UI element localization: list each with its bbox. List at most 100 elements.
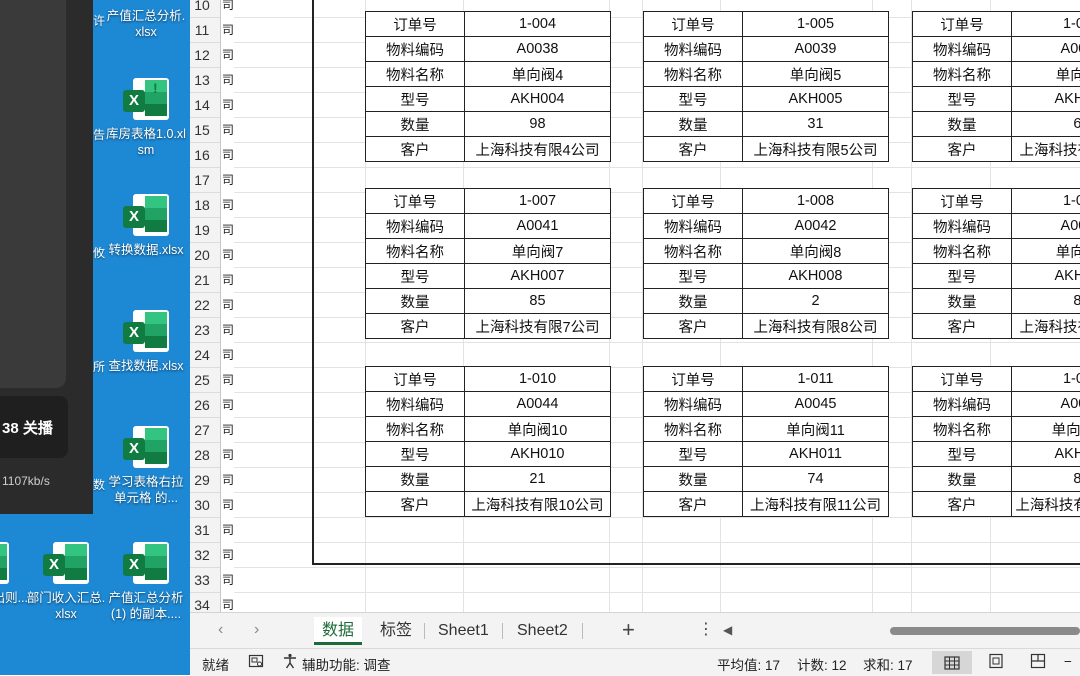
field-value-cell[interactable]: AKH011 [743,442,889,467]
field-value-cell[interactable]: 单向阀6 [1012,62,1080,87]
field-label-cell[interactable]: 物料名称 [913,239,1012,264]
desktop-file-icon[interactable]: X 查找数据.xlsx [104,308,188,374]
field-label-cell[interactable]: 型号 [366,442,465,467]
field-label-cell[interactable]: 订单号 [644,12,743,37]
row-header[interactable]: 23司 [190,318,234,343]
row-header[interactable]: 14司 [190,93,234,118]
field-value-cell[interactable]: A0040 [1012,37,1080,62]
field-value-cell[interactable]: 74 [743,467,889,492]
field-value-cell[interactable]: 单向阀7 [465,239,611,264]
field-value-cell[interactable]: AKH012 [1012,442,1080,467]
field-label-cell[interactable]: 订单号 [366,367,465,392]
field-value-cell[interactable]: 98 [465,112,611,137]
field-value-cell[interactable]: 1-012 [1012,367,1080,392]
field-value-cell[interactable]: 85 [465,289,611,314]
page-break-view-icon[interactable] [1030,653,1046,672]
desktop-file-icon[interactable]: X 部门收入汇总.xlsx [24,540,108,622]
field-label-cell[interactable]: 客户 [913,492,1012,517]
field-label-cell[interactable]: 数量 [644,289,743,314]
field-label-cell[interactable]: 型号 [366,264,465,289]
row-header[interactable]: 13司 [190,68,234,93]
field-label-cell[interactable]: 物料编码 [913,392,1012,417]
column-a-cell[interactable]: 司 [220,168,235,193]
field-label-cell[interactable]: 客户 [366,314,465,339]
field-label-cell[interactable]: 物料名称 [913,417,1012,442]
column-a-cell[interactable]: 司 [220,318,235,343]
field-value-cell[interactable]: A0043 [1012,214,1080,239]
column-a-cell[interactable]: 司 [220,93,235,118]
field-label-cell[interactable]: 数量 [913,112,1012,137]
column-a-cell[interactable]: 司 [220,443,235,468]
desktop-file-icon[interactable]: 产值汇总分析.xlsx [104,8,188,40]
field-value-cell[interactable]: 单向阀10 [465,417,611,442]
column-a-cell[interactable]: 司 [220,568,235,593]
field-value-cell[interactable]: 1-007 [465,189,611,214]
field-label-cell[interactable]: 物料编码 [366,37,465,62]
column-a-cell[interactable]: 司 [220,343,235,368]
field-value-cell[interactable]: A0045 [743,392,889,417]
column-a-cell[interactable]: 司 [220,218,235,243]
row-header[interactable]: 11司 [190,18,234,43]
field-value-cell[interactable]: 21 [465,467,611,492]
field-label-cell[interactable]: 物料编码 [366,392,465,417]
field-label-cell[interactable]: 型号 [913,264,1012,289]
field-label-cell[interactable]: 客户 [644,314,743,339]
field-value-cell[interactable]: 单向阀5 [743,62,889,87]
field-value-cell[interactable]: 上海科技有限8公司 [743,314,889,339]
field-label-cell[interactable]: 物料名称 [366,239,465,264]
more-options-icon[interactable]: ⋮ [698,619,714,639]
field-label-cell[interactable]: 型号 [366,87,465,112]
field-value-cell[interactable]: A0041 [465,214,611,239]
prev-sheet-icon[interactable]: ‹ [218,621,223,639]
field-value-cell[interactable]: 86 [1012,289,1080,314]
field-value-cell[interactable]: AKH008 [743,264,889,289]
field-label-cell[interactable]: 客户 [913,137,1012,162]
page-layout-view-icon[interactable] [988,653,1004,672]
field-value-cell[interactable]: AKH009 [1012,264,1080,289]
row-header[interactable]: 18司 [190,193,234,218]
worksheet-grid[interactable]: 订单号1-004物料编码A0038物料名称单向阀4型号AKH004数量98客户上… [234,0,1080,612]
field-value-cell[interactable]: 上海科技有限6公司 [1012,137,1080,162]
column-a-cell[interactable]: 司 [220,468,235,493]
row-header[interactable]: 22司 [190,293,234,318]
column-a-cell[interactable]: 司 [220,18,235,43]
field-label-cell[interactable]: 订单号 [644,189,743,214]
field-label-cell[interactable]: 物料名称 [644,239,743,264]
row-header[interactable]: 31司 [190,518,234,543]
column-a-cell[interactable]: 司 [220,268,235,293]
field-label-cell[interactable]: 数量 [366,467,465,492]
column-a-cell[interactable]: 司 [220,0,235,18]
field-value-cell[interactable]: 1-006 [1012,12,1080,37]
field-value-cell[interactable]: A0039 [743,37,889,62]
row-header[interactable]: 15司 [190,118,234,143]
scroll-left-icon[interactable]: ◀ [723,623,732,637]
column-a-cell[interactable]: 司 [220,118,235,143]
desktop-file-icon[interactable]: X 学习表格右拉单元格 的... [104,424,188,506]
field-value-cell[interactable]: AKH005 [743,87,889,112]
field-label-cell[interactable]: 型号 [644,264,743,289]
row-header[interactable]: 12司 [190,43,234,68]
field-label-cell[interactable]: 物料编码 [366,214,465,239]
desktop-file-icon[interactable]: X 管出则... [0,540,28,606]
accessibility-status[interactable]: 辅助功能: 调查 [302,654,391,674]
next-sheet-icon[interactable]: › [254,621,259,639]
field-value-cell[interactable]: 2 [743,289,889,314]
accessibility-icon[interactable] [282,653,298,672]
field-value-cell[interactable]: 上海科技有限11公司 [743,492,889,517]
field-value-cell[interactable]: 1-010 [465,367,611,392]
desktop-file-icon[interactable]: X! 库房表格1.0.xlsm [104,76,188,158]
field-label-cell[interactable]: 数量 [644,112,743,137]
field-value-cell[interactable]: 1-004 [465,12,611,37]
field-label-cell[interactable]: 订单号 [366,12,465,37]
field-label-cell[interactable]: 物料名称 [644,62,743,87]
field-label-cell[interactable]: 物料编码 [644,392,743,417]
field-label-cell[interactable]: 型号 [913,442,1012,467]
field-label-cell[interactable]: 客户 [644,137,743,162]
field-value-cell[interactable]: AKH010 [465,442,611,467]
row-header[interactable]: 28司 [190,443,234,468]
row-header[interactable]: 32司 [190,543,234,568]
zoom-out-button[interactable]: − [1064,654,1072,669]
field-value-cell[interactable]: 上海科技有限7公司 [465,314,611,339]
field-label-cell[interactable]: 数量 [644,467,743,492]
field-label-cell[interactable]: 客户 [366,492,465,517]
